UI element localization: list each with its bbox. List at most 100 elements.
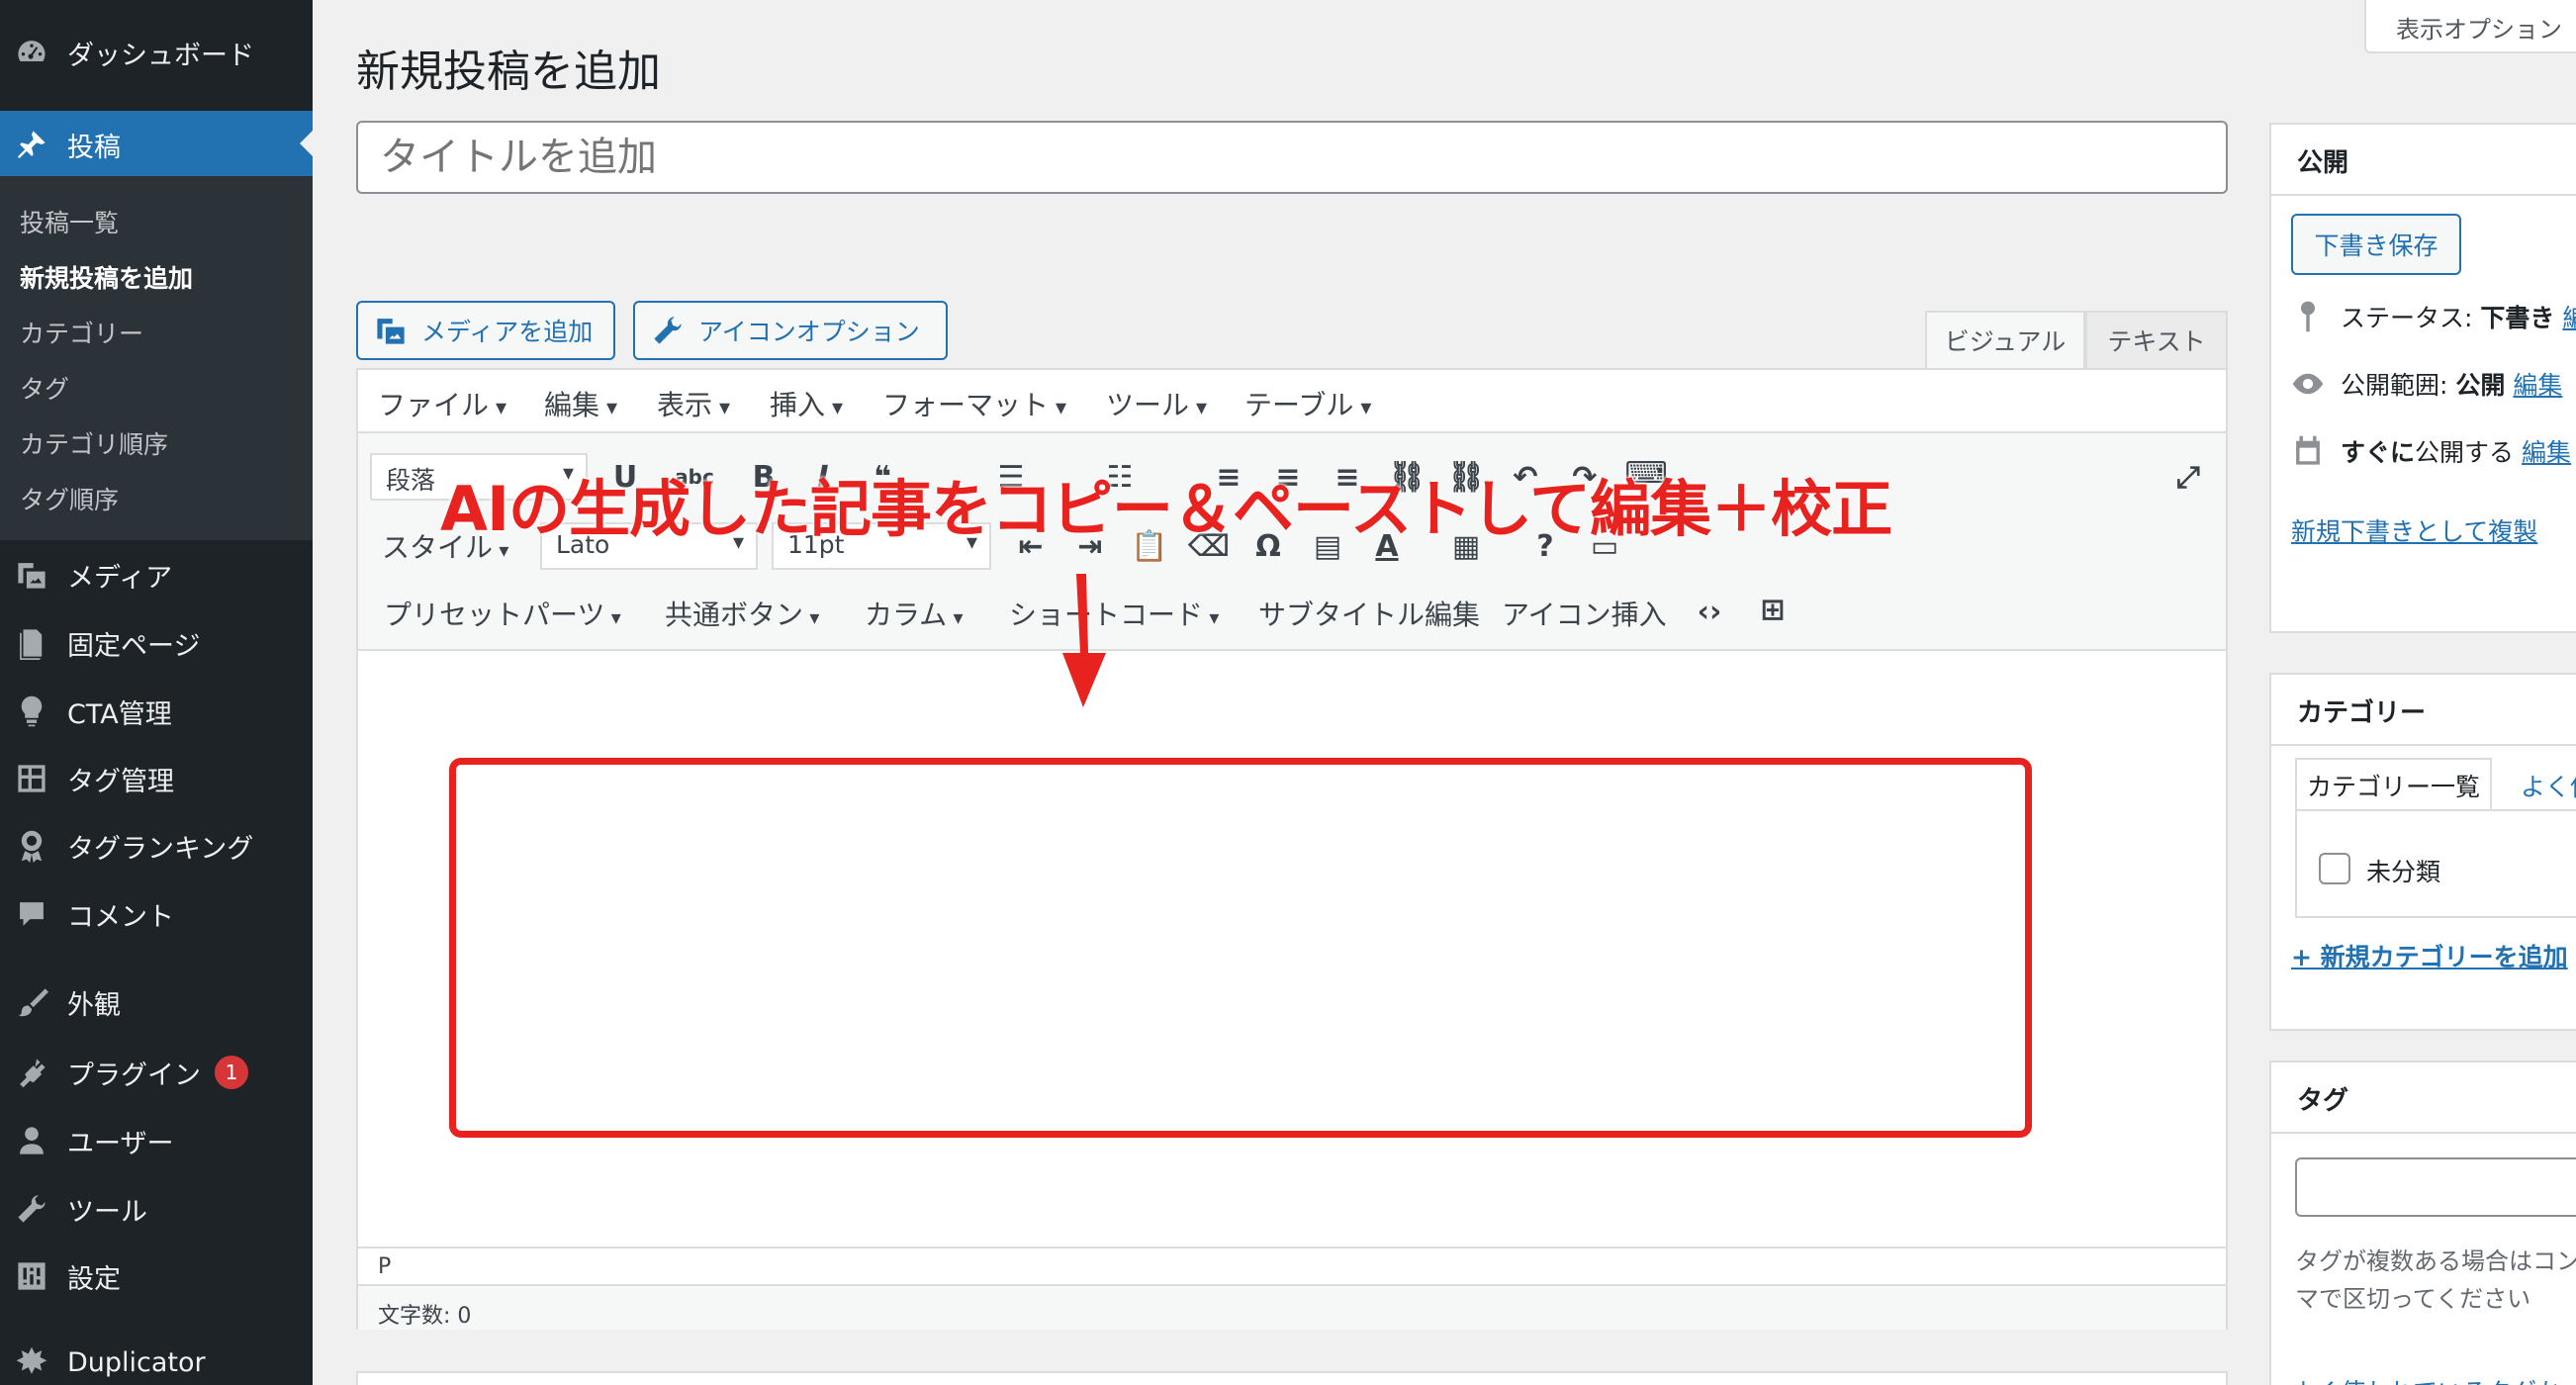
publish-divider (2271, 194, 2576, 196)
menu-tools-label: ツール (67, 1196, 147, 1228)
menu-dashboard-label: ダッシュボード (67, 40, 254, 71)
code-icon[interactable]: ‹› (1690, 592, 1729, 631)
status-value: 下書き (2480, 304, 2555, 332)
submenu-all-posts[interactable]: 投稿一覧 (20, 204, 119, 239)
fullscreen-icon[interactable]: ⤢ (2168, 457, 2208, 497)
menu-tag-manage-label: タグ管理 (67, 766, 174, 797)
submenu-add-new-post[interactable]: 新規投稿を追加 (20, 259, 193, 295)
tab-popular-categories[interactable]: よく使 (2509, 758, 2576, 811)
tab-text[interactable]: テキスト (2085, 311, 2228, 368)
tag-input[interactable] (2295, 1157, 2576, 1217)
menu-comments-label: コメント (67, 901, 174, 933)
menu-duplicator-label: Duplicator (67, 1346, 206, 1378)
tags-metabox: タグ (2269, 1061, 2576, 1385)
menubar-edit[interactable]: 編集 (544, 384, 617, 423)
menu-comments[interactable]: コメント (0, 881, 313, 947)
submenu-categories[interactable]: カテゴリー (20, 315, 143, 350)
schedule-row: すぐに 公開する 編集 (2291, 433, 2571, 469)
menu-tools[interactable]: ツール (0, 1176, 313, 1242)
paintbrush-icon (12, 982, 51, 1022)
menu-posts[interactable]: 投稿 (0, 111, 313, 178)
status-edit-link[interactable]: 編 (2562, 299, 2576, 334)
publish-title: 公開 (2297, 148, 2349, 178)
word-count: 文字数: 0 (358, 1284, 2226, 1330)
duplicate-draft-link[interactable]: 新規下書きとして複製 (2291, 512, 2537, 548)
visibility-label: 公開範囲: (2341, 371, 2448, 400)
submenu-category-order[interactable]: カテゴリ順序 (20, 425, 168, 461)
menu-cta-label: CTA管理 (67, 698, 172, 730)
award-icon (12, 826, 51, 866)
annotation-text: AIの生成した記事をコピー＆ペーストして編集＋校正 (440, 473, 1892, 545)
visibility-edit-link[interactable]: 編集 (2513, 366, 2562, 402)
save-draft-button[interactable]: 下書き保存 (2291, 214, 2461, 275)
menubar-format[interactable]: フォーマット (882, 384, 1066, 423)
add-media-label: メディアを追加 (421, 318, 594, 346)
menu-plugins[interactable]: プラグイン 1 (0, 1040, 313, 1105)
menu-pages[interactable]: 固定ページ (0, 610, 313, 676)
tab-all-categories[interactable]: カテゴリー一覧 (2295, 758, 2493, 811)
editor-path: P (358, 1246, 2226, 1284)
editor-menubar: ファイル 編集 表示 挿入 フォーマット ツール テーブル (358, 370, 2226, 433)
menu-media-label: メディア (67, 562, 173, 594)
annotation-arrow (1062, 574, 1106, 707)
menu-settings[interactable]: 設定 (0, 1244, 313, 1309)
category-checklist: 未分類 (2295, 809, 2576, 918)
menu-dashboard[interactable]: ダッシュボード (0, 20, 313, 85)
comment-icon (12, 894, 51, 934)
menu-appearance-label: 外観 (67, 989, 121, 1021)
icon-options-button[interactable]: アイコンオプション (633, 301, 948, 360)
menu-duplicator[interactable]: Duplicator (0, 1330, 313, 1385)
media-icon (377, 319, 405, 344)
menu-tag-ranking-label: タグランキング (67, 833, 254, 865)
user-icon (12, 1121, 51, 1160)
menubar-file[interactable]: ファイル (378, 384, 506, 423)
page-title: 新規投稿を追加 (356, 46, 661, 97)
menubar-tools[interactable]: ツール (1106, 384, 1207, 423)
duplicator-icon (12, 1342, 51, 1382)
preset-parts-dropdown[interactable]: プリセットパーツ (384, 594, 621, 633)
post-title-input[interactable] (356, 121, 2228, 194)
status-label: ステータス: (2341, 304, 2473, 332)
subtitle-edit-button[interactable]: サブタイトル編集 (1258, 594, 1480, 633)
wrench-icon (12, 1189, 51, 1229)
settings-sliders-icon (12, 1256, 51, 1296)
submenu-tags[interactable]: タグ (20, 370, 69, 406)
eye-icon (2292, 373, 2324, 395)
submenu-tag-order[interactable]: タグ順序 (20, 481, 119, 516)
menu-pages-label: 固定ページ (67, 630, 201, 662)
menu-plugins-label: プラグイン (67, 1060, 201, 1091)
pages-icon (12, 623, 51, 663)
category-item-label: 未分類 (2366, 858, 2441, 886)
add-new-category-link[interactable]: + 新規カテゴリーを追加 (2291, 938, 2568, 973)
pin-icon (2300, 301, 2316, 332)
pushpin-icon (12, 125, 51, 164)
icon-insert-button[interactable]: アイコン挿入 (1502, 594, 1667, 633)
plugins-update-badge: 1 (215, 1056, 248, 1089)
plug-icon (12, 1053, 51, 1092)
popular-tags-link[interactable]: よく使われているタグか (2291, 1373, 2561, 1385)
menu-cta[interactable]: CTA管理 (0, 679, 313, 744)
category-title: カテゴリー (2297, 698, 2427, 728)
table-grid-icon[interactable]: ⊞ (1753, 590, 1793, 629)
column-dropdown[interactable]: カラム (865, 594, 964, 633)
menu-users[interactable]: ユーザー (0, 1108, 313, 1173)
menu-media[interactable]: メディア (0, 542, 313, 607)
dashboard-icon (12, 33, 51, 72)
common-button-dropdown[interactable]: 共通ボタン (665, 594, 819, 633)
posts-submenu: 投稿一覧 新規投稿を追加 カテゴリー タグ カテゴリ順序 タグ順序 (0, 176, 313, 540)
menu-tag-ranking[interactable]: タグランキング (0, 813, 313, 878)
post-status-row: ステータス: 下書き編 (2291, 299, 2576, 334)
menubar-insert[interactable]: 挿入 (770, 384, 843, 423)
menubar-view[interactable]: 表示 (657, 384, 730, 423)
screen-options-button[interactable]: 表示オプション (2364, 0, 2576, 53)
menubar-table[interactable]: テーブル (1244, 384, 1371, 423)
menu-appearance[interactable]: 外観 (0, 970, 313, 1035)
tags-title: タグ (2297, 1086, 2349, 1116)
menu-tag-manage[interactable]: タグ管理 (0, 746, 313, 811)
schedule-edit-link[interactable]: 編集 (2522, 433, 2571, 469)
admin-sidebar: ダッシュボード 投稿 投稿一覧 新規投稿を追加 カテゴリー タグ カテゴリ順序 … (0, 0, 313, 1385)
add-media-button[interactable]: メディアを追加 (356, 301, 615, 360)
tab-visual[interactable]: ビジュアル (1925, 311, 2085, 368)
visibility-row: 公開範囲: 公開 編集 (2291, 366, 2562, 402)
category-checkbox[interactable] (2319, 853, 2350, 884)
